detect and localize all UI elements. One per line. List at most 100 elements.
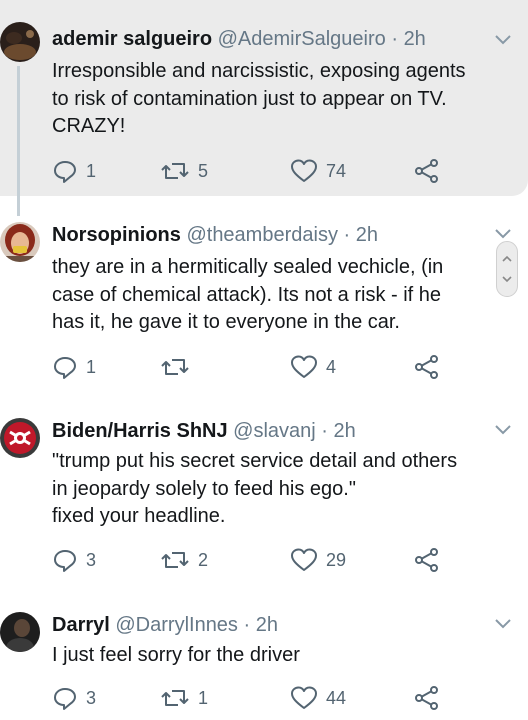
avatar-red-logo-icon xyxy=(0,418,40,458)
like-button[interactable]: 4 xyxy=(290,352,336,382)
tweet-4[interactable]: Darryl @DarrylInnes · 2h I just feel sor… xyxy=(0,588,528,720)
like-count: 4 xyxy=(326,356,337,377)
tweet-header: Darryl @DarrylInnes · 2h xyxy=(52,612,278,638)
scrollbar[interactable] xyxy=(496,241,518,297)
tweet-1[interactable]: ademir salgueiro @AdemirSalgueiro · 2h I… xyxy=(0,0,528,216)
tweet-3[interactable]: Biden/Harris ShNJ @slavanj · 2h "trump p… xyxy=(0,392,528,588)
like-button[interactable]: 44 xyxy=(290,683,346,713)
timestamp[interactable]: 2h xyxy=(404,28,426,50)
retweet-button[interactable]: 1 xyxy=(160,683,208,713)
retweet-button[interactable]: 5 xyxy=(160,156,208,186)
tweet-text: I just feel sorry for the driver xyxy=(52,642,508,670)
share-button[interactable] xyxy=(414,352,440,382)
reply-button[interactable]: 1 xyxy=(52,156,96,186)
action-bar: 1 4 xyxy=(52,352,452,382)
tweet-text: "trump put his secret service detail and… xyxy=(52,448,508,531)
action-bar: 3 2 29 xyxy=(52,545,452,575)
timestamp[interactable]: 2h xyxy=(256,614,278,636)
scroll-arrows-icon xyxy=(502,255,512,283)
share-button[interactable] xyxy=(414,156,440,186)
retweet-count: 5 xyxy=(198,160,209,181)
chevron-down-icon[interactable] xyxy=(494,227,512,241)
tweet-text: they are in a hermitically sealed vechic… xyxy=(52,254,492,337)
timestamp[interactable]: 2h xyxy=(334,420,356,442)
tweet-header: Norsopinions @theamberdaisy · 2h xyxy=(52,222,378,248)
reply-button[interactable]: 3 xyxy=(52,545,96,575)
display-name[interactable]: Biden/Harris ShNJ xyxy=(52,420,228,442)
text-line: case of chemical attack). Its not a risk… xyxy=(52,283,442,306)
avatar-dark-person-icon xyxy=(0,612,40,652)
action-bar: 3 1 44 xyxy=(52,683,452,713)
retweet-icon xyxy=(161,690,189,706)
text-line: I just feel sorry for the driver xyxy=(52,644,300,666)
heart-icon xyxy=(291,686,317,709)
share-icon xyxy=(415,548,438,572)
chevron-down-icon[interactable] xyxy=(494,617,512,631)
chevron-down-icon[interactable] xyxy=(494,423,512,437)
like-count: 44 xyxy=(326,687,347,708)
retweet-button[interactable]: 2 xyxy=(160,545,208,575)
text-line: has it, he gave it to everyone in the ca… xyxy=(52,311,400,333)
text-line: they are in a hermitically sealed vechic… xyxy=(52,256,444,278)
text-line: CRAZY! xyxy=(52,115,126,137)
reply-icon xyxy=(54,161,76,183)
retweet-count: 2 xyxy=(198,549,209,570)
thread-line xyxy=(17,66,20,216)
avatar-person-red-hair-icon xyxy=(0,222,40,262)
timestamp[interactable]: 2h xyxy=(356,224,378,246)
reply-icon xyxy=(54,550,76,572)
avatar[interactable] xyxy=(0,22,40,62)
reply-icon xyxy=(54,357,76,379)
text-line: "trump put his secret service detail and… xyxy=(52,450,458,472)
text-line: fixed your headline. xyxy=(52,505,226,527)
reply-button[interactable]: 1 xyxy=(52,352,96,382)
avatar-dark-silhouette-icon xyxy=(0,22,40,62)
user-handle[interactable]: @DarrylInnes xyxy=(115,614,238,636)
retweet-icon xyxy=(161,552,189,568)
separator: · xyxy=(385,28,404,50)
reply-count: 1 xyxy=(86,160,97,181)
tweet-2[interactable]: Norsopinions @theamberdaisy · 2h they ar… xyxy=(0,196,528,392)
avatar[interactable] xyxy=(0,222,40,262)
retweet-icon xyxy=(161,163,189,179)
heart-icon xyxy=(291,548,317,571)
tweet-text: Irresponsible and narcissistic, exposing… xyxy=(52,58,508,141)
share-icon xyxy=(415,686,438,710)
share-button[interactable] xyxy=(414,683,440,713)
text-line: Irresponsible and narcissistic, exposing… xyxy=(52,60,466,82)
user-handle[interactable]: @theamberdaisy xyxy=(186,224,337,246)
share-button[interactable] xyxy=(414,545,440,575)
like-count: 74 xyxy=(326,160,347,181)
display-name[interactable]: Norsopinions xyxy=(52,224,181,246)
text-line: in jeopardy solely to feed his ego." xyxy=(52,477,356,500)
heart-icon xyxy=(291,355,317,378)
reply-count: 3 xyxy=(86,549,97,570)
avatar[interactable] xyxy=(0,612,40,652)
avatar[interactable] xyxy=(0,418,40,458)
reply-count: 3 xyxy=(86,687,97,708)
action-bar: 1 5 74 xyxy=(52,156,452,186)
heart-icon xyxy=(291,159,317,182)
retweet-button[interactable] xyxy=(160,352,198,382)
display-name[interactable]: ademir salgueiro xyxy=(52,28,212,50)
user-handle[interactable]: @slavanj xyxy=(233,420,316,442)
retweet-icon xyxy=(161,359,189,375)
share-icon xyxy=(415,159,438,183)
text-line: to risk of contamination just to appear … xyxy=(52,87,447,110)
like-button[interactable]: 74 xyxy=(290,156,346,186)
tweet-header: Biden/Harris ShNJ @slavanj · 2h xyxy=(52,418,356,444)
like-count: 29 xyxy=(326,549,347,570)
reply-button[interactable]: 3 xyxy=(52,683,96,713)
like-button[interactable]: 29 xyxy=(290,545,346,575)
separator: · xyxy=(337,224,356,246)
reply-icon xyxy=(54,688,76,710)
tweet-header: ademir salgueiro @AdemirSalgueiro · 2h xyxy=(52,26,426,52)
user-handle[interactable]: @AdemirSalgueiro xyxy=(218,28,386,50)
display-name[interactable]: Darryl xyxy=(52,614,110,636)
separator: · xyxy=(315,420,334,442)
share-icon xyxy=(415,355,438,379)
separator: · xyxy=(237,614,256,636)
retweet-count: 1 xyxy=(198,687,209,708)
reply-count: 1 xyxy=(86,356,97,377)
chevron-down-icon[interactable] xyxy=(494,33,512,47)
